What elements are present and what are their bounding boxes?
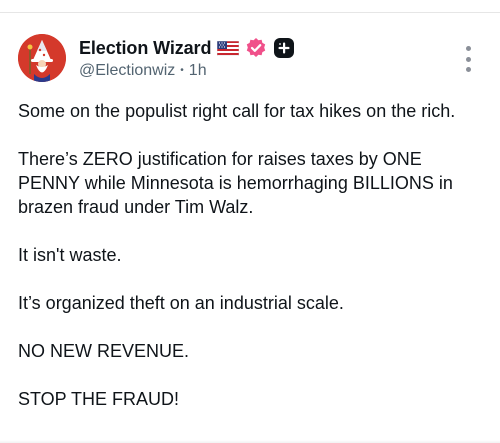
author-meta-row: @Electionwiz • 1h <box>79 62 207 80</box>
more-dot-icon <box>465 67 471 72</box>
post-paragraph: There’s ZERO justification for raises ta… <box>18 149 453 217</box>
author-handle[interactable]: @Electionwiz <box>79 62 175 80</box>
post-paragraph: It’s organized theft on an industrial sc… <box>18 293 344 313</box>
author-display-name[interactable]: Election Wizard <box>79 38 211 59</box>
post-paragraph: It isn't waste. <box>18 245 122 265</box>
post-timestamp[interactable]: 1h <box>189 62 207 80</box>
post-body: Some on the populist right call for tax … <box>18 99 488 435</box>
post-paragraph: Some on the populist right call for tax … <box>18 101 456 121</box>
author-avatar[interactable] <box>18 34 66 82</box>
more-dot-icon <box>465 56 471 62</box>
us-flag-icon <box>217 40 240 56</box>
meta-separator: • <box>180 65 184 76</box>
post-paragraph: STOP THE FRAUD! <box>18 389 180 409</box>
wizard-avatar-icon <box>18 34 66 82</box>
more-options-button[interactable] <box>456 44 480 74</box>
more-dot-icon <box>465 46 471 51</box>
plus-badge-icon[interactable] <box>273 37 295 59</box>
author-name-row: Election Wizard <box>79 36 295 60</box>
post-card: Election Wizard @Electionwiz • 1h Some o… <box>0 0 500 443</box>
post-paragraph: NO NEW REVENUE. <box>18 341 190 361</box>
verified-badge-icon[interactable] <box>245 37 267 59</box>
